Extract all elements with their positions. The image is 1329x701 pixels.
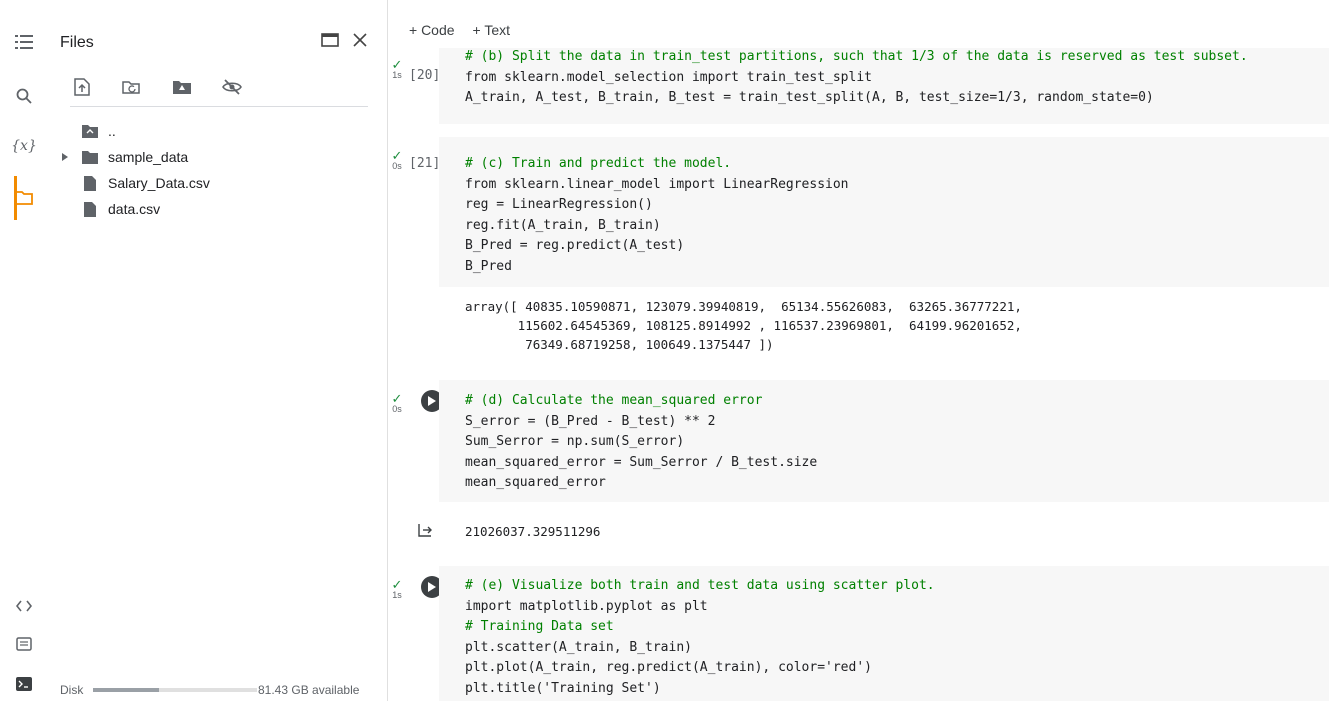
code-line: S_error = (B_Pred - B_test) ** 2 bbox=[465, 413, 716, 429]
play-icon bbox=[428, 582, 436, 592]
code-cell[interactable]: # (b) Split the data in train_test parti… bbox=[439, 48, 1329, 124]
execution-count: [20] bbox=[409, 68, 441, 83]
add-text-button[interactable]: + Text bbox=[473, 22, 511, 38]
chevron-right-icon[interactable] bbox=[60, 152, 70, 162]
mount-drive-icon[interactable] bbox=[170, 74, 194, 100]
code-line: reg.fit(A_train, B_train) bbox=[465, 217, 661, 233]
cell-status-time: 1s bbox=[392, 590, 402, 600]
code-line: B_Pred bbox=[465, 258, 512, 274]
cell-output: array([ 40835.10590871, 123079.39940819,… bbox=[439, 297, 1329, 361]
files-toolbar bbox=[70, 74, 244, 100]
code-line: mean_squared_error = Sum_Serror / B_test… bbox=[465, 454, 818, 470]
cell-gutter: ✓ 0s bbox=[389, 380, 443, 502]
tree-item-label: sample_data bbox=[108, 149, 189, 165]
output-text: 21026037.329511296 bbox=[465, 524, 601, 539]
disk-usage-bar bbox=[93, 688, 258, 692]
disk-available: 81.43 GB available bbox=[258, 683, 360, 697]
code-editor[interactable]: # (d) Calculate the mean_squared error S… bbox=[439, 391, 1329, 494]
code-editor[interactable]: # (b) Split the data in train_test parti… bbox=[439, 47, 1329, 109]
toc-icon[interactable] bbox=[12, 30, 36, 54]
cell-gutter: ✓ 0s [21] bbox=[389, 137, 441, 287]
code-line: B_Pred = reg.predict(A_test) bbox=[465, 238, 685, 253]
tree-item-data-csv[interactable]: data.csv bbox=[48, 196, 388, 222]
code-line: from sklearn.model_selection import trai… bbox=[465, 69, 872, 85]
tree-item-label: Salary_Data.csv bbox=[108, 175, 210, 191]
cell-gutter: ✓ 1s bbox=[389, 566, 443, 701]
variables-icon[interactable]: {x} bbox=[11, 134, 37, 158]
code-cell[interactable]: # (c) Train and predict the model. from … bbox=[439, 137, 1329, 287]
code-line: reg = LinearRegression() bbox=[465, 197, 653, 212]
code-line: import matplotlib.pyplot as plt bbox=[465, 598, 708, 614]
disk-usage: Disk bbox=[60, 683, 258, 697]
tree-item-salary-data[interactable]: Salary_Data.csv bbox=[48, 170, 388, 196]
cell-status-time: 1s bbox=[392, 70, 402, 80]
code-line: Sum_Serror = np.sum(S_error) bbox=[465, 434, 685, 449]
left-icon-rail: {x} bbox=[0, 0, 48, 701]
files-panel: Files .. sample_data Salary_Data.csv dat… bbox=[48, 0, 388, 701]
play-icon bbox=[428, 396, 436, 406]
output-text: array([ 40835.10590871, 123079.39940819,… bbox=[465, 299, 1022, 352]
code-line: plt.plot(A_train, reg.predict(A_train), … bbox=[465, 660, 872, 675]
code-line: plt.scatter(A_train, B_train) bbox=[465, 639, 692, 655]
parent-folder-icon bbox=[82, 123, 98, 139]
cell-status: ✓ 1s bbox=[391, 577, 403, 600]
code-line: plt.title('Training Set') bbox=[465, 680, 661, 696]
toolbar-divider bbox=[70, 106, 368, 107]
code-cell[interactable]: # (d) Calculate the mean_squared error S… bbox=[439, 380, 1329, 502]
file-icon bbox=[82, 201, 98, 217]
check-icon: ✓ bbox=[391, 148, 403, 163]
file-icon bbox=[82, 175, 98, 191]
code-line: # (e) Visualize both train and test data… bbox=[465, 578, 935, 593]
files-panel-title: Files bbox=[60, 34, 94, 51]
add-cell-bar: + Code + Text bbox=[409, 22, 510, 38]
code-snippets-icon[interactable] bbox=[12, 594, 36, 618]
hide-files-icon[interactable] bbox=[220, 74, 244, 100]
code-line: A_train, A_test, B_train, B_test = train… bbox=[465, 90, 1154, 105]
file-tree: .. sample_data Salary_Data.csv data.csv bbox=[48, 118, 388, 222]
cell-status: ✓ 0s bbox=[391, 148, 403, 171]
cell-status: ✓ 0s bbox=[391, 391, 403, 414]
close-icon[interactable] bbox=[348, 28, 372, 52]
check-icon: ✓ bbox=[391, 57, 403, 72]
folder-icon bbox=[82, 149, 98, 165]
tree-item-label: data.csv bbox=[108, 201, 161, 217]
open-in-tab-icon[interactable] bbox=[318, 28, 342, 52]
code-editor[interactable]: # (e) Visualize both train and test data… bbox=[439, 576, 1329, 699]
output-redirect-icon[interactable] bbox=[417, 522, 433, 538]
disk-label: Disk bbox=[60, 683, 84, 697]
code-line: # (b) Split the data in train_test parti… bbox=[465, 49, 1248, 64]
code-line: mean_squared_error bbox=[465, 475, 606, 490]
code-cell[interactable]: # (e) Visualize both train and test data… bbox=[439, 566, 1329, 701]
code-line: from sklearn.linear_model import LinearR… bbox=[465, 176, 849, 192]
cell-status-time: 0s bbox=[392, 161, 402, 171]
cell-gutter: ✓ 1s [20] bbox=[389, 48, 441, 124]
tree-item-parent[interactable]: .. bbox=[48, 118, 388, 144]
cell-status: ✓ 1s bbox=[391, 57, 403, 80]
refresh-icon[interactable] bbox=[120, 74, 144, 100]
cell-output: 21026037.329511296 bbox=[418, 514, 1329, 554]
notebook-main: + Code + Text ✓ 1s [20] # (b) Split the d… bbox=[389, 0, 1329, 701]
folder-icon[interactable] bbox=[12, 186, 36, 210]
tree-item-sample-data[interactable]: sample_data bbox=[48, 144, 388, 170]
tree-item-label: .. bbox=[108, 123, 116, 139]
check-icon: ✓ bbox=[391, 391, 403, 406]
code-editor[interactable]: # (c) Train and predict the model. from … bbox=[439, 154, 1329, 277]
disk-usage-fill bbox=[93, 688, 159, 692]
execution-count: [21] bbox=[409, 156, 441, 171]
search-icon[interactable] bbox=[12, 84, 36, 108]
terminal-icon[interactable] bbox=[12, 672, 36, 696]
add-code-button[interactable]: + Code bbox=[409, 22, 455, 38]
code-line: # Training Data set bbox=[465, 619, 614, 634]
upload-icon[interactable] bbox=[70, 74, 94, 100]
check-icon: ✓ bbox=[391, 577, 403, 592]
cell-status-time: 0s bbox=[392, 404, 402, 414]
command-palette-icon[interactable] bbox=[12, 632, 36, 656]
code-line: # (d) Calculate the mean_squared error bbox=[465, 393, 763, 408]
code-line: # (c) Train and predict the model. bbox=[465, 156, 732, 171]
